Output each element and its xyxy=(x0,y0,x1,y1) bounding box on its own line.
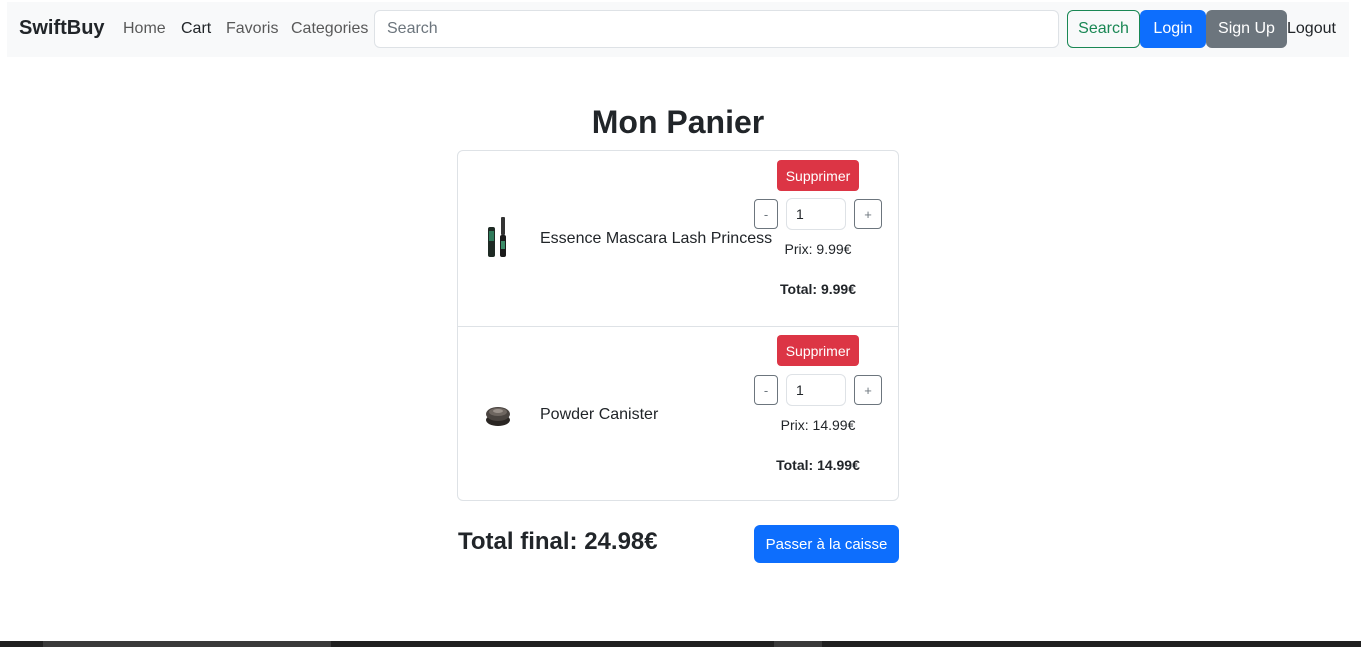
page-title: Mon Panier xyxy=(591,104,765,140)
final-total: Total final: 24.98€ xyxy=(458,528,658,555)
cart-item: Powder Canister Supprimer - + Prix: 14.9… xyxy=(458,326,898,501)
delete-button[interactable]: Supprimer xyxy=(777,335,859,366)
navbar: SwiftBuy Home Cart Favoris Categories Se… xyxy=(7,2,1349,57)
checkout-button[interactable]: Passer à la caisse xyxy=(754,525,899,563)
delete-button[interactable]: Supprimer xyxy=(777,160,859,191)
item-name[interactable]: Powder Canister xyxy=(540,406,658,424)
increase-quantity-button[interactable]: + xyxy=(854,375,882,405)
taskbar-segment xyxy=(774,641,822,647)
item-name[interactable]: Essence Mascara Lash Princess xyxy=(540,230,772,248)
signup-button[interactable]: Sign Up xyxy=(1206,10,1287,48)
quantity-input[interactable] xyxy=(786,374,846,406)
nav-link-cart[interactable]: Cart xyxy=(181,20,211,38)
item-total: Total: 14.99€ xyxy=(776,457,860,473)
item-total: Total: 9.99€ xyxy=(780,281,856,297)
nav-link-favoris[interactable]: Favoris xyxy=(226,20,278,38)
quantity-input[interactable] xyxy=(786,198,846,230)
powder-canister-product-image xyxy=(486,407,510,426)
nav-link-categories[interactable]: Categories xyxy=(291,20,368,38)
search-button[interactable]: Search xyxy=(1067,10,1140,48)
taskbar-segment xyxy=(43,641,331,647)
mascara-product-image xyxy=(488,217,506,257)
search-input[interactable] xyxy=(374,10,1059,48)
item-price: Prix: 14.99€ xyxy=(780,417,856,433)
logout-link[interactable]: Logout xyxy=(1287,20,1336,38)
increase-quantity-button[interactable]: + xyxy=(854,199,882,229)
decrease-quantity-button[interactable]: - xyxy=(754,375,778,405)
item-price: Prix: 9.99€ xyxy=(784,241,852,257)
login-button[interactable]: Login xyxy=(1140,10,1206,48)
brand-logo[interactable]: SwiftBuy xyxy=(19,17,105,40)
cart-list: Essence Mascara Lash Princess Supprimer … xyxy=(457,150,899,501)
nav-link-home[interactable]: Home xyxy=(123,20,166,38)
decrease-quantity-button[interactable]: - xyxy=(754,199,778,229)
cart-item: Essence Mascara Lash Princess Supprimer … xyxy=(458,151,898,326)
taskbar-strip xyxy=(0,641,1361,647)
